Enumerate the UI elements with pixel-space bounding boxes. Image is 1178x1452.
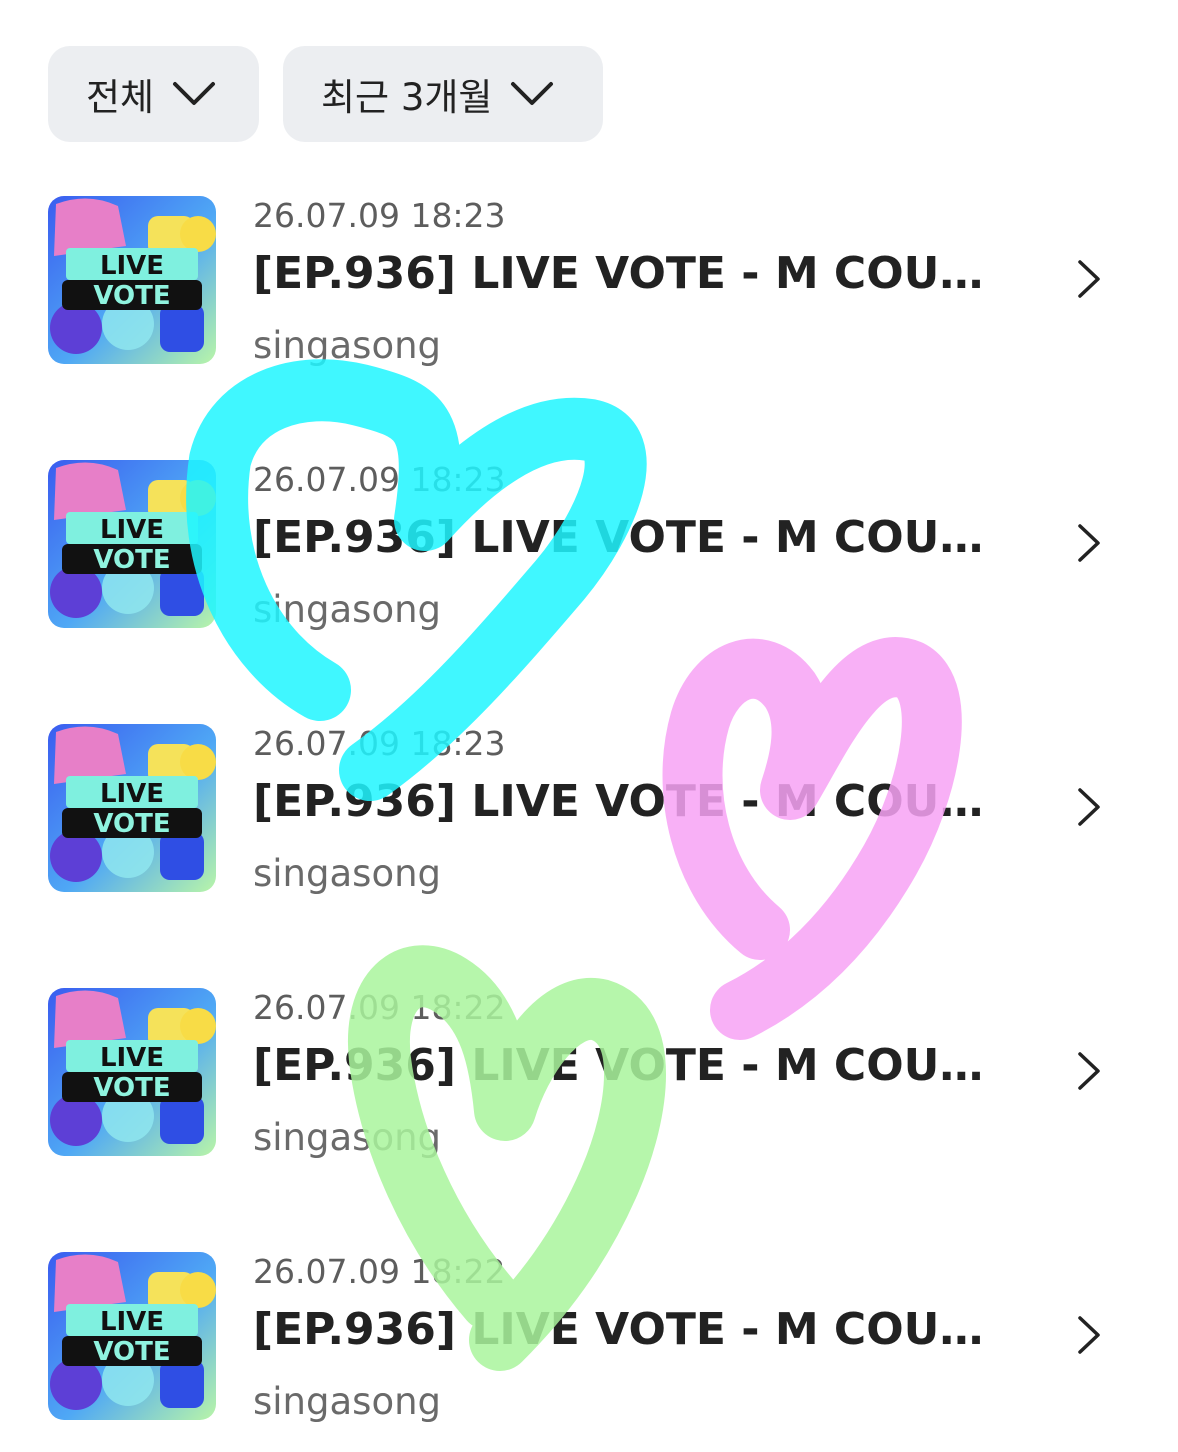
item-date: 26.07.09 18:23 [253, 724, 506, 763]
thumbnail-line2: VOTE [93, 545, 170, 575]
item-title: [EP.936] LIVE VOTE - M COUNT... [253, 512, 1005, 563]
thumbnail-line1: LIVE [100, 515, 164, 545]
item-date: 26.07.09 18:23 [253, 460, 506, 499]
item-artist: singasong [253, 324, 442, 367]
chevron-down-icon [173, 82, 216, 105]
album-thumbnail: LIVE VOTE [48, 988, 216, 1156]
category-filter-label: 전체 [86, 76, 155, 119]
period-filter-label: 최근 3개월 [321, 76, 493, 119]
thumbnail-line1: LIVE [100, 1307, 164, 1337]
list-item[interactable]: LIVE VOTE 26.07.09 18:23 [EP.936] LIVE V… [0, 196, 1178, 396]
item-artist: singasong [253, 588, 442, 631]
chevron-right-icon [1078, 1316, 1100, 1354]
item-artist: singasong [253, 852, 442, 895]
chevron-right-icon [1078, 524, 1100, 562]
item-artist: singasong [253, 1116, 442, 1159]
list-item[interactable]: LIVE VOTE 26.07.09 18:23 [EP.936] LIVE V… [0, 724, 1178, 924]
album-thumbnail: LIVE VOTE [48, 1252, 216, 1420]
chevron-right-icon [1078, 788, 1100, 826]
item-title: [EP.936] LIVE VOTE - M COUNT... [253, 248, 1005, 299]
thumbnail-line2: VOTE [93, 1337, 170, 1367]
album-thumbnail: LIVE VOTE [48, 460, 216, 628]
item-artist: singasong [253, 1380, 442, 1423]
thumbnail-line1: LIVE [100, 779, 164, 809]
chevron-down-icon [511, 82, 554, 105]
period-filter-dropdown[interactable]: 최근 3개월 [283, 46, 603, 142]
item-date: 26.07.09 18:23 [253, 196, 506, 235]
item-date: 26.07.09 18:22 [253, 1252, 506, 1291]
category-filter-dropdown[interactable]: 전체 [48, 46, 259, 142]
chevron-right-icon [1078, 1052, 1100, 1090]
thumbnail-line2: VOTE [93, 281, 170, 311]
item-title: [EP.936] LIVE VOTE - M COUNT... [253, 776, 1005, 827]
list-item[interactable]: LIVE VOTE 26.07.09 18:23 [EP.936] LIVE V… [0, 460, 1178, 660]
item-date: 26.07.09 18:22 [253, 988, 506, 1027]
album-thumbnail: LIVE VOTE [48, 724, 216, 892]
item-title: [EP.936] LIVE VOTE - M COUNT... [253, 1040, 1005, 1091]
list-item[interactable]: LIVE VOTE 26.07.09 18:22 [EP.936] LIVE V… [0, 1252, 1178, 1452]
item-title: [EP.936] LIVE VOTE - M COUNT... [253, 1304, 1005, 1355]
thumbnail-line1: LIVE [100, 251, 164, 281]
thumbnail-line1: LIVE [100, 1043, 164, 1073]
thumbnail-line2: VOTE [93, 809, 170, 839]
album-thumbnail: LIVE VOTE [48, 196, 216, 364]
chevron-right-icon [1078, 260, 1100, 298]
list-item[interactable]: LIVE VOTE 26.07.09 18:22 [EP.936] LIVE V… [0, 988, 1178, 1188]
filter-bar: 전체 최근 3개월 [48, 46, 603, 142]
thumbnail-line2: VOTE [93, 1073, 170, 1103]
